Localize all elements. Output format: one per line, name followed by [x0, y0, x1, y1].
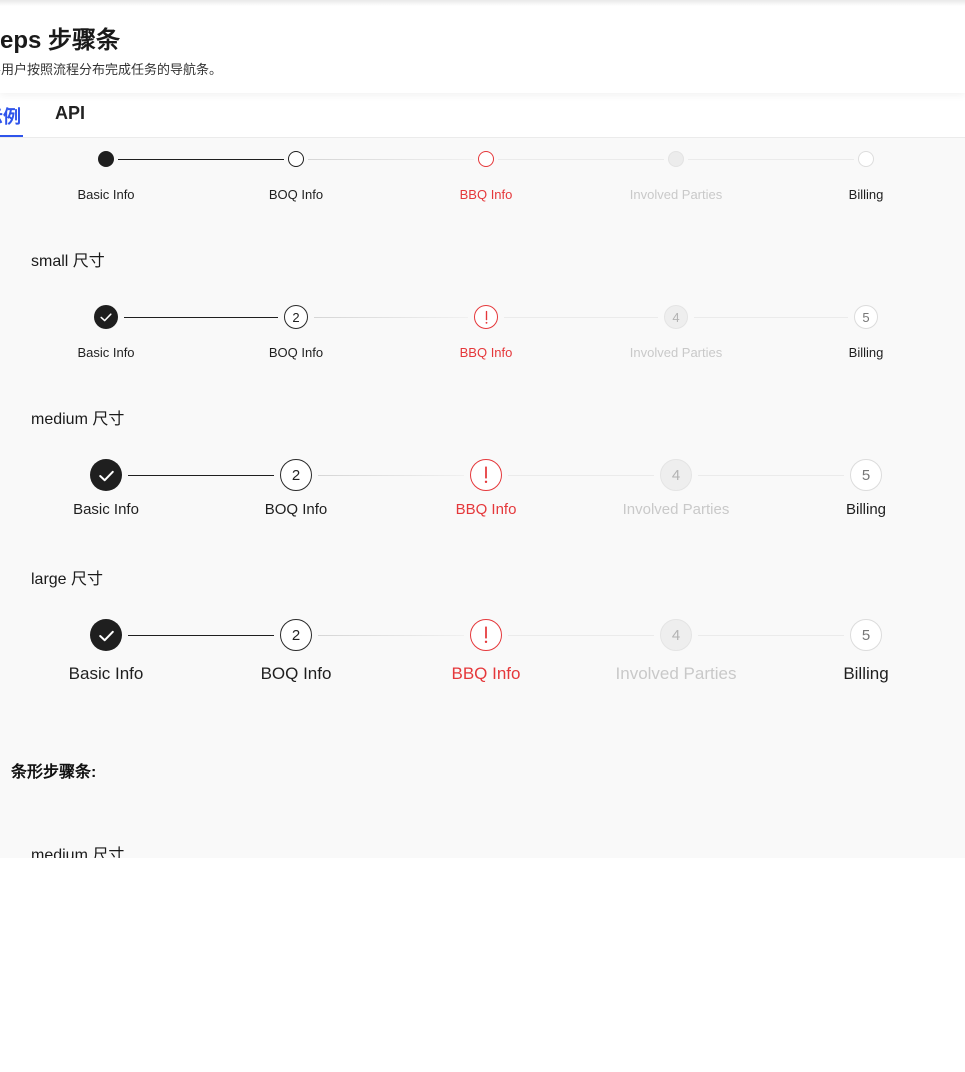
step-number-icon[interactable]: 5 [850, 619, 882, 651]
step-title[interactable]: Basic Info [26, 187, 186, 202]
tab-examples[interactable]: 示例 [0, 103, 21, 129]
exclamation-icon[interactable] [470, 619, 502, 651]
step-dot-icon[interactable] [858, 151, 874, 167]
step-connector [314, 317, 468, 318]
step-title[interactable]: BOQ Info [216, 501, 376, 518]
step-dot-icon[interactable] [98, 151, 114, 167]
step-connector [308, 159, 474, 160]
step-number-icon[interactable]: 2 [284, 305, 308, 329]
step-number: 4 [671, 626, 681, 644]
step-connector [498, 159, 664, 160]
step-number: 2 [291, 626, 301, 644]
small-steps: Basic Info 2 BOQ Info BBQ Info 4 Involved Par… [0, 298, 965, 369]
page-title: teps 步骤条 [0, 27, 121, 54]
tab-api[interactable]: API [55, 103, 85, 124]
step-title[interactable]: Billing [786, 664, 946, 684]
step-dot-icon[interactable] [478, 151, 494, 167]
step-connector [128, 475, 274, 476]
step-dot-icon[interactable] [668, 151, 684, 167]
step-connector [698, 635, 844, 636]
small-size-label: small 尺寸 [31, 253, 105, 270]
step-title[interactable]: Involved Parties [596, 187, 756, 202]
step-number-icon[interactable]: 5 [850, 459, 882, 491]
step-number-icon[interactable]: 2 [280, 459, 312, 491]
step-number: 2 [291, 466, 301, 484]
step-number: 5 [861, 626, 871, 644]
bar-medium-size-label: medium 尺寸 [31, 847, 125, 858]
step-connector [128, 635, 274, 636]
check-icon[interactable] [90, 619, 122, 651]
check-icon[interactable] [90, 459, 122, 491]
large-steps: Basic Info 2 BOQ Info BBQ Info 4 Involved Par… [0, 616, 965, 688]
step-title[interactable]: BBQ Info [406, 664, 566, 684]
step-number-icon[interactable]: 4 [660, 459, 692, 491]
step-dot-icon[interactable] [288, 151, 304, 167]
large-size-label: large 尺寸 [31, 571, 104, 588]
step-connector [688, 159, 854, 160]
medium-size-label: medium 尺寸 [31, 411, 125, 428]
step-number: 5 [862, 309, 870, 325]
step-title[interactable]: Basic Info [26, 664, 186, 684]
step-title[interactable]: BBQ Info [406, 187, 566, 202]
step-number-icon[interactable]: 4 [660, 619, 692, 651]
step-title[interactable]: Basic Info [26, 345, 186, 360]
step-title[interactable]: Billing [786, 501, 946, 518]
step-number: 4 [671, 466, 681, 484]
page-subtitle: 导用户按照流程分布完成任务的导航条。 [0, 62, 223, 77]
step-connector [508, 635, 654, 636]
step-title[interactable]: BBQ Info [406, 345, 566, 360]
step-connector [318, 635, 464, 636]
step-connector [698, 475, 844, 476]
step-connector [118, 159, 284, 160]
demo-content: Basic Info BOQ Info BBQ Info Involved Parti… [0, 138, 965, 858]
step-title[interactable]: Billing [786, 187, 946, 202]
exclamation-icon[interactable] [474, 305, 498, 329]
step-title[interactable]: BOQ Info [216, 345, 376, 360]
medium-steps: Basic Info 2 BOQ Info BBQ Info 4 Involved Par… [0, 456, 965, 525]
step-title[interactable]: Involved Parties [596, 345, 756, 360]
step-title[interactable]: Involved Parties [596, 664, 756, 684]
step-title[interactable]: Basic Info [26, 501, 186, 518]
step-number-icon[interactable]: 4 [664, 305, 688, 329]
step-title[interactable]: BOQ Info [216, 187, 376, 202]
step-number-icon[interactable]: 5 [854, 305, 878, 329]
step-connector [508, 475, 654, 476]
step-title[interactable]: BBQ Info [406, 501, 566, 518]
step-title[interactable]: Billing [786, 345, 946, 360]
page-header: teps 步骤条 导用户按照流程分布完成任务的导航条。 [0, 0, 965, 93]
step-connector [694, 317, 848, 318]
tab-bar: 示例 API [0, 93, 965, 138]
exclamation-icon[interactable] [470, 459, 502, 491]
step-number: 4 [672, 309, 680, 325]
active-tab-indicator [0, 135, 23, 137]
step-connector [318, 475, 464, 476]
step-title[interactable]: Involved Parties [596, 501, 756, 518]
step-number: 5 [861, 466, 871, 484]
step-title[interactable]: BOQ Info [216, 664, 376, 684]
step-connector [124, 317, 278, 318]
step-number: 2 [292, 309, 300, 325]
step-connector [504, 317, 658, 318]
check-icon[interactable] [94, 305, 118, 329]
step-number-icon[interactable]: 2 [280, 619, 312, 651]
bar-steps-heading: 条形步骤条: [11, 764, 97, 781]
dot-steps: Basic Info BOQ Info BBQ Info Involved Parti… [0, 138, 965, 211]
